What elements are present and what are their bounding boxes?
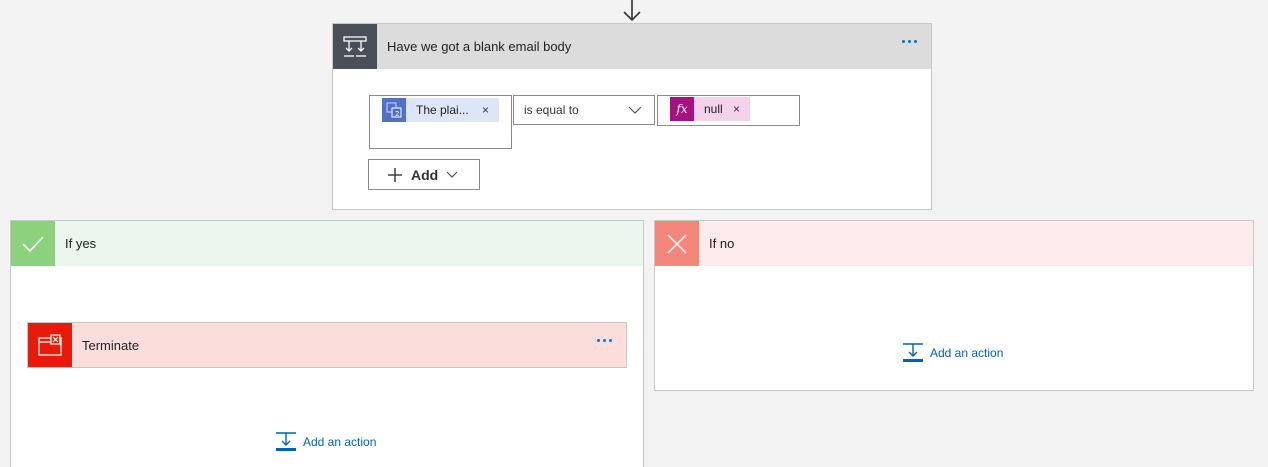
add-action-button-yes[interactable]: Add an action xyxy=(275,432,376,452)
operator-value: is equal to xyxy=(524,103,579,117)
chevron-down-icon xyxy=(446,169,458,181)
more-dot-icon xyxy=(914,40,917,43)
expression-label: null xyxy=(704,102,723,116)
expression-token[interactable]: fx null × xyxy=(670,97,750,121)
terminate-icon xyxy=(28,323,72,367)
svg-text:2: 2 xyxy=(395,110,399,118)
branch-if-no: If no Add an action xyxy=(654,220,1254,391)
terminate-action-card[interactable]: Terminate xyxy=(27,322,627,368)
terminate-more-button[interactable] xyxy=(595,337,614,344)
more-dot-icon xyxy=(902,40,905,43)
expression-fx-icon: fx xyxy=(670,97,694,121)
plus-icon xyxy=(387,167,403,183)
add-row-label: Add xyxy=(411,166,439,183)
add-action-icon xyxy=(902,343,924,363)
remove-token-icon[interactable]: × xyxy=(482,103,489,117)
condition-header[interactable]: Have we got a blank email body xyxy=(333,24,931,69)
more-dot-icon xyxy=(609,339,612,342)
arrow-down-icon xyxy=(623,0,641,22)
more-dot-icon xyxy=(603,339,606,342)
checkmark-icon xyxy=(11,221,55,266)
branch-if-yes: If yes Terminate Add an action xyxy=(10,220,644,467)
add-action-icon xyxy=(275,432,297,452)
operator-select[interactable]: is equal to xyxy=(513,95,655,125)
condition-right-operand[interactable]: fx null × xyxy=(657,95,800,126)
add-action-button-no[interactable]: Add an action xyxy=(902,343,1003,363)
dynamic-content-token[interactable]: 2 The plai... × xyxy=(382,98,499,122)
branch-no-header[interactable]: If no xyxy=(655,221,1253,266)
add-action-label: Add an action xyxy=(930,346,1004,360)
branch-yes-header[interactable]: If yes xyxy=(11,221,643,266)
add-action-label: Add an action xyxy=(303,435,377,449)
condition-more-button[interactable] xyxy=(900,38,919,45)
remove-token-icon[interactable]: × xyxy=(733,102,740,116)
dynamic-content-label: The plai... xyxy=(416,103,469,117)
more-dot-icon xyxy=(597,339,600,342)
chevron-down-icon xyxy=(628,106,642,114)
condition-title[interactable]: Have we got a blank email body xyxy=(387,39,571,54)
condition-icon xyxy=(333,24,377,69)
branch-no-title: If no xyxy=(709,236,735,251)
condition-card: Have we got a blank email body 2 The pla… xyxy=(332,23,932,210)
more-dot-icon xyxy=(908,40,911,43)
add-row-button[interactable]: Add xyxy=(368,159,480,190)
branch-yes-title: If yes xyxy=(65,236,97,251)
terminate-title: Terminate xyxy=(82,337,140,353)
condition-left-operand[interactable]: 2 The plai... × xyxy=(369,95,512,149)
cross-icon xyxy=(655,221,699,266)
dynamic-content-icon: 2 xyxy=(382,98,406,122)
